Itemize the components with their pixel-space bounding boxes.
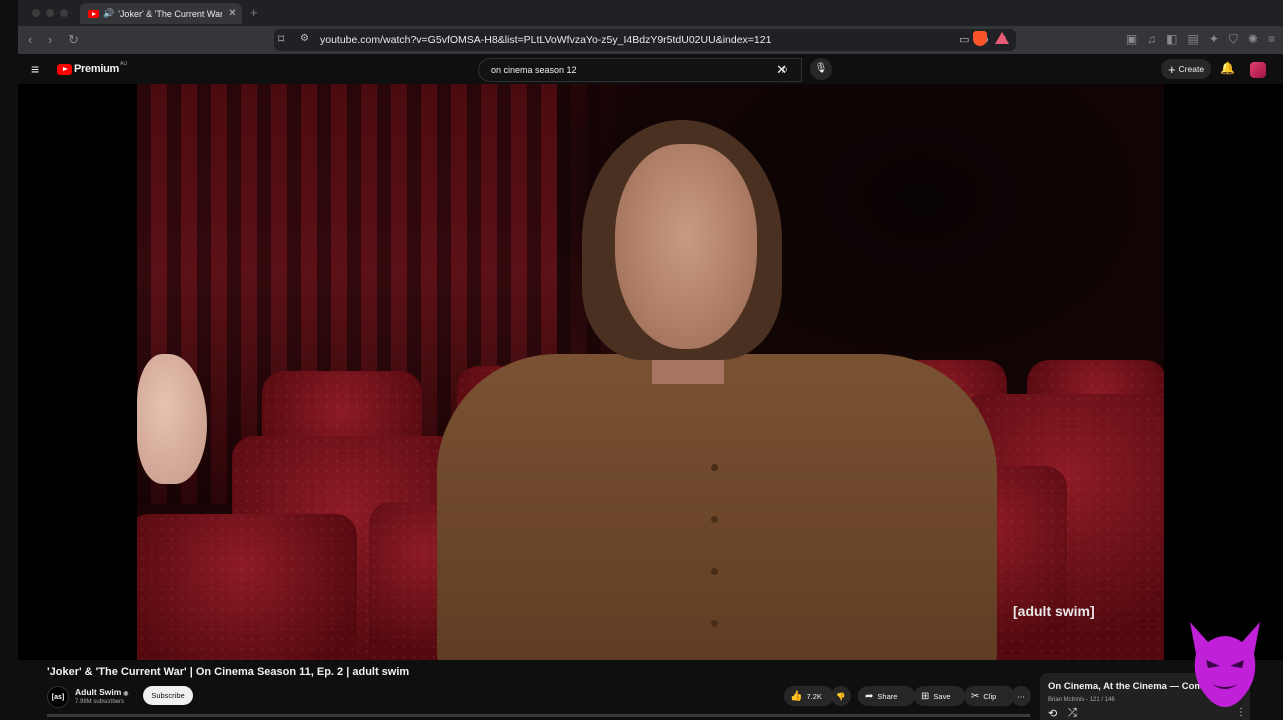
like-count: 7.2K <box>806 691 822 701</box>
cast-icon[interactable]: ▭ <box>959 33 969 46</box>
save-bookmark-icon: ⊞ <box>921 690 930 702</box>
address-bar[interactable]: ⌑ ⚙ youtube.com/watch?v=G5vfOMSA-H8&list… <box>274 29 1016 51</box>
url-text[interactable]: youtube.com/watch?v=G5vfOMSA-H8&list=PLt… <box>320 34 771 46</box>
new-tab-button[interactable]: + <box>250 5 258 20</box>
person-shirt <box>437 354 997 660</box>
shirt-button <box>711 516 718 523</box>
back-icon[interactable]: ‹ <box>28 32 32 47</box>
tab-title: 'Joker' & 'The Current War' | On Cinema … <box>118 8 223 19</box>
dislike-button[interactable]: 👎 <box>831 686 851 706</box>
thumbs-up-icon: 👍 <box>790 690 803 702</box>
speaker-icon[interactable]: 🔊 <box>103 8 114 19</box>
youtube-brand: Premium <box>74 63 119 75</box>
playlist-position: 121 / 146 <box>1089 697 1115 703</box>
forward-icon[interactable]: › <box>48 32 52 47</box>
close-window-button[interactable] <box>32 9 40 17</box>
loop-icon[interactable]: ⟲ <box>1048 707 1057 720</box>
like-button[interactable]: 👍 7.2K <box>784 686 834 706</box>
shirt-button <box>711 464 718 471</box>
theater-seat <box>137 514 357 660</box>
verified-icon: ◉ <box>123 691 129 697</box>
person-face <box>615 144 757 349</box>
adult-swim-watermark: [adult swim] <box>1013 603 1095 619</box>
youtube-header: ≡ Premium AU ✕ ⌕ 🎙 + Create 🔔 <box>18 54 1283 84</box>
close-tab-icon[interactable]: ✕ <box>228 8 236 19</box>
clip-label: Clip <box>983 691 997 701</box>
video-title: 'Joker' & 'The Current War' | On Cinema … <box>47 666 410 678</box>
brave-shields-icon[interactable] <box>973 31 987 46</box>
extensions-icon[interactable]: ✦ <box>1209 32 1219 47</box>
video-frame[interactable]: [adult swim] <box>137 84 1164 660</box>
channel-avatar[interactable]: [as] <box>47 686 69 708</box>
playlist-owner: Brian McInnis <box>1048 697 1085 703</box>
youtube-favicon-icon <box>88 9 99 18</box>
search-box[interactable]: ✕ <box>478 58 802 82</box>
shuffle-icon[interactable]: ⤮ <box>1068 707 1077 720</box>
more-dots-icon: ⋯ <box>1017 691 1025 701</box>
create-label: Create <box>1178 64 1205 74</box>
browser-tab[interactable]: 🔊 'Joker' & 'The Current War' | On Cinem… <box>80 3 242 24</box>
browser-tab-bar: 🔊 'Joker' & 'The Current War' | On Cinem… <box>18 0 1283 26</box>
share-arrow-icon: ➦ <box>865 690 874 702</box>
maximize-window-button[interactable] <box>60 9 68 17</box>
site-info-icon[interactable]: ⚙ <box>300 33 309 44</box>
devil-mascot-icon <box>1190 622 1260 707</box>
plus-icon: + <box>1167 61 1176 77</box>
save-label: Save <box>933 691 951 701</box>
region-code: AU <box>119 61 127 67</box>
create-button[interactable]: + Create <box>1161 59 1211 79</box>
reload-icon[interactable]: ↻ <box>68 32 79 48</box>
sidebar-icon[interactable]: ◧ <box>1166 32 1177 47</box>
media-icon[interactable]: ▣ <box>1126 32 1137 47</box>
clip-button[interactable]: ✂ Clip <box>964 686 1015 706</box>
share-label: Share <box>877 691 898 701</box>
search-input[interactable] <box>489 62 753 78</box>
brave-rewards-icon[interactable] <box>995 32 1009 44</box>
thumbs-down-icon: 👎 <box>836 691 846 701</box>
music-icon[interactable]: ♫ <box>1147 32 1156 47</box>
video-player[interactable]: [adult swim] <box>18 84 1283 660</box>
subscriber-count: 7.98M subscribers <box>75 699 125 705</box>
save-button[interactable]: ⊞ Save <box>914 686 965 706</box>
subscribe-button[interactable]: Subscribe <box>143 686 193 705</box>
search-button[interactable]: ⌕ <box>770 58 800 82</box>
account-avatar[interactable] <box>1250 62 1266 78</box>
channel-name[interactable]: Adult Swim ◉ <box>75 687 129 697</box>
notifications-bell-icon[interactable]: 🔔 <box>1220 61 1235 75</box>
vpn-icon[interactable]: ⛉ <box>1229 32 1238 47</box>
browser-toolbar: ‹ › ↻ ⌑ ⚙ youtube.com/watch?v=G5vfOMSA-H… <box>18 26 1283 54</box>
share-button[interactable]: ➦ Share <box>858 686 915 706</box>
playlist-meta: Brian McInnis - 121 / 146 <box>1048 697 1115 703</box>
youtube-play-icon <box>57 63 72 75</box>
hamburger-menu-icon[interactable]: ≡ <box>31 61 39 77</box>
wallet-icon[interactable]: ▤ <box>1188 32 1199 47</box>
shirt-button <box>711 568 718 575</box>
more-actions-button[interactable]: ⋯ <box>1011 686 1031 706</box>
voice-search-mic-icon[interactable]: 🎙 <box>810 58 832 80</box>
shirt-button <box>711 620 718 627</box>
menu-icon[interactable]: ≡ <box>1268 32 1275 47</box>
minimize-window-button[interactable] <box>46 9 54 17</box>
video-progress-bar[interactable] <box>47 714 1030 717</box>
scissors-icon: ✂ <box>971 690 980 702</box>
bookmark-icon[interactable]: ⌑ <box>278 32 284 46</box>
leo-icon[interactable]: ✺ <box>1248 32 1258 47</box>
window-controls[interactable] <box>32 9 68 17</box>
youtube-logo[interactable]: Premium AU <box>57 61 127 75</box>
channel-name-text[interactable]: Adult Swim <box>75 687 121 697</box>
